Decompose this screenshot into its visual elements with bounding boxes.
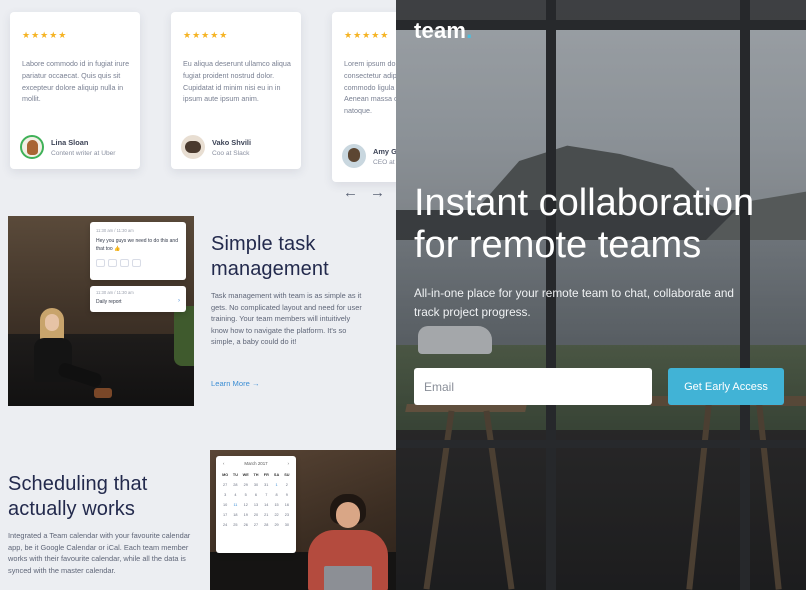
arrow-left-icon[interactable]: ← [343,185,358,200]
calendar-date[interactable]: 18 [230,512,240,518]
calendar-day-header: SU [284,473,290,477]
calendar-header: ‹ March 2017 › [220,461,292,466]
calendar-date[interactable]: 2 [282,482,292,488]
hero-title: Instant collaboration for remote teams [414,182,755,266]
email-input[interactable] [414,368,652,405]
calendar-date[interactable]: 29 [271,522,281,528]
left-panel: ★★★★★ Labore commodo id in fugiat irure … [0,0,396,590]
schedule-feature-title: Scheduling that actually works [8,473,148,520]
testimonial-card: ★★★★★ Lorem ipsum dolor sit amet, consec… [332,12,396,182]
brand-logo[interactable]: team. [414,18,472,44]
calendar-date[interactable]: 27 [220,482,230,488]
testimonial-quote: Eu aliqua deserunt ullamco aliqua fugiat… [183,59,291,104]
calendar-date[interactable]: 11 [230,502,240,508]
author-role: CEO at Figma [373,158,396,166]
calendar-date[interactable]: 27 [251,522,261,528]
calendar-date[interactable]: 6 [251,492,261,498]
arrow-right-icon[interactable]: → [370,185,385,200]
calendar-date[interactable]: 25 [230,522,240,528]
calendar-date[interactable]: 8 [271,492,281,498]
calendar-grid: MO TU WE TH FR SA SU 27 28 29 30 31 1 2 3 4 5 6 7 8 9 10 11 12 1… [220,472,292,528]
calendar-date[interactable]: 19 [241,512,251,518]
calendar-day-header: TH [253,473,259,477]
chevron-right-icon[interactable]: › [288,461,289,466]
calendar-day-header: FR [263,473,269,477]
calendar-date[interactable]: 9 [282,492,292,498]
calendar-date[interactable]: 14 [261,502,271,508]
author-name: Amy Gerald [373,146,396,156]
calendar-date[interactable]: 13 [251,502,261,508]
calendar-date[interactable]: 5 [241,492,251,498]
calendar-date[interactable]: 31 [261,482,271,488]
task-feature-body: Task management with team is as simple a… [211,291,362,347]
avatar [342,144,366,168]
schedule-feature-body: Integrated a Team calendar with your fav… [8,531,191,575]
author-name: Lina Sloan [51,137,89,147]
testimonial-author: Amy Gerald CEO at Figma [342,144,396,168]
calendar-date[interactable]: 22 [271,512,281,518]
testimonial-card: ★★★★★ Labore commodo id in fugiat irure … [10,12,140,169]
calendar-date[interactable]: 21 [261,512,271,518]
learn-more-link[interactable]: Learn More → [211,379,260,388]
chat-report-card[interactable]: 11:30 am / 11:30 am Daily report › [90,286,186,312]
calendar-day-header: WE [242,473,249,477]
calendar-day-header: TU [232,473,238,477]
calendar-day-header: SA [273,473,280,477]
reaction-chip[interactable] [108,259,117,267]
calendar-date[interactable]: 16 [282,502,292,508]
calendar-date[interactable]: 26 [241,522,251,528]
calendar-date[interactable]: 29 [241,482,251,488]
testimonial-author: Vako Shvili Coo at Slack [181,135,251,159]
hero-subtitle: All-in-one place for your remote team to… [414,286,734,319]
testimonial-quote: Labore commodo id in fugiat irure pariat… [22,59,130,104]
rating-stars: ★★★★★ [183,30,229,40]
author-name: Vako Shvili [212,137,252,147]
reaction-chip[interactable] [132,259,141,267]
get-early-access-button[interactable]: Get Early Access [668,368,784,405]
chevron-right-icon: › [178,298,180,304]
calendar-date[interactable]: 3 [220,492,230,498]
calendar-date[interactable]: 23 [282,512,292,518]
calendar-date[interactable]: 10 [220,502,230,508]
hero-section: team. Instant collaboration for remote t… [396,0,806,590]
calendar-date[interactable]: 30 [251,482,261,488]
testimonial-card: ★★★★★ Eu aliqua deserunt ullamco aliqua … [171,12,301,169]
calendar-date[interactable]: 12 [241,502,251,508]
chat-message: Hey you guys we need to do this and that… [96,238,178,252]
author-role: Content writer at Uber [51,149,116,157]
chat-message: Daily report [96,299,122,305]
calendar-widget: ‹ March 2017 › MO TU WE TH FR SA SU 27 28 29 30 31 1… [216,456,296,553]
calendar-date[interactable]: 24 [220,522,230,528]
calendar-date[interactable]: 28 [230,482,240,488]
calendar-date[interactable]: 7 [261,492,271,498]
calendar-date[interactable]: 1 [271,482,281,488]
chat-message-card: 11:30 am / 11:30 am Hey you guys we need… [90,222,186,280]
avatar [181,135,205,159]
calendar-day-header: MO [222,473,229,477]
calendar-date[interactable]: 15 [271,502,281,508]
chat-timestamp: 11:30 am / 11:30 am [96,290,134,295]
reaction-chip[interactable] [120,259,129,267]
calendar-date[interactable]: 28 [261,522,271,528]
calendar-date[interactable]: 4 [230,492,240,498]
chevron-left-icon[interactable]: ‹ [223,461,224,466]
testimonial-quote: Lorem ipsum dolor sit amet, consectetur … [344,59,396,116]
calendar-date[interactable]: 20 [251,512,261,518]
rating-stars: ★★★★★ [344,30,390,40]
author-role: Coo at Slack [212,149,250,157]
calendar-month: March 2017 [244,461,268,466]
testimonial-author: Lina Sloan Content writer at Uber [20,135,116,159]
rating-stars: ★★★★★ [22,30,68,40]
carousel-controls: ← → [343,185,385,200]
task-feature-title: Simple task management [211,233,329,280]
reaction-chip[interactable] [96,259,105,267]
avatar [20,135,44,159]
chat-reactions [96,259,180,267]
calendar-date[interactable]: 30 [282,522,292,528]
calendar-date[interactable]: 17 [220,512,230,518]
chat-timestamp: 11:30 am / 11:30 am [96,228,134,233]
